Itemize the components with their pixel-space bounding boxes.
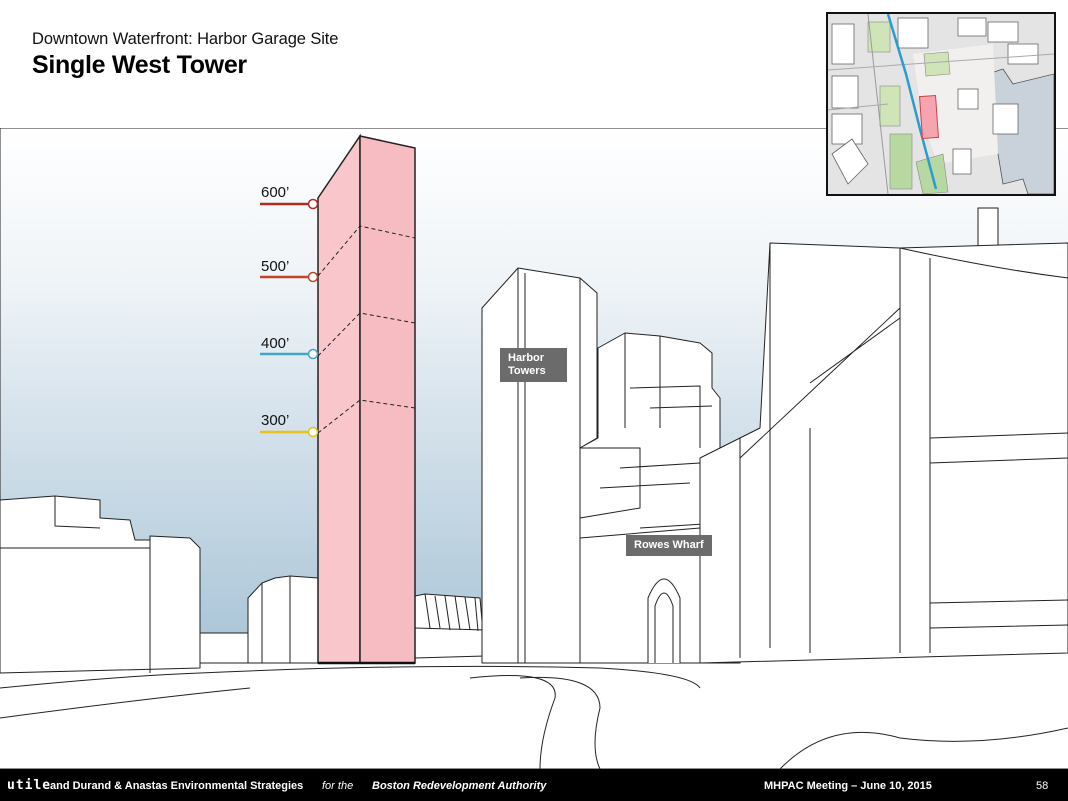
footer-org-text: and Durand & Anastas Environmental Strat… [50, 780, 304, 792]
harbor-towers-label-line2: Towers [508, 365, 546, 377]
footer-bra-text: Boston Redevelopment Authority [372, 780, 547, 792]
massing-drawing: 600’ 500’ 400’ 300’ [0, 128, 1068, 769]
slide-title: Single West Tower [32, 51, 247, 79]
height-label-600: 600’ [261, 184, 289, 201]
harbor-towers-label: Harbor Towers [500, 348, 567, 382]
massing-scene: 600’ 500’ 400’ 300’ [0, 128, 1068, 769]
height-label-400: 400’ [261, 335, 289, 352]
footer-for-text: for the [322, 780, 354, 792]
ground-plane [0, 653, 1068, 769]
glass-pavilion [414, 593, 486, 659]
height-label-300: 300’ [261, 412, 289, 429]
footer-bar: utile and Durand & Anastas Environmental… [0, 769, 1068, 801]
footer-brand-logo: utile [7, 778, 52, 793]
site-locator-map [826, 12, 1056, 196]
slide-subtitle: Downtown Waterfront: Harbor Garage Site [32, 30, 339, 48]
rowes-wharf-arch [647, 578, 681, 663]
footer-page-number: 58 [1036, 780, 1049, 792]
height-label-500: 500’ [261, 258, 289, 275]
proposed-tower [317, 133, 416, 665]
harbor-towers-label-line1: Harbor [508, 352, 545, 364]
map-site-parcel [919, 94, 939, 140]
rowes-wharf-label: Rowes Wharf [626, 535, 712, 556]
rowes-wharf-label-text: Rowes Wharf [634, 539, 704, 551]
footer-meeting-text: MHPAC Meeting – June 10, 2015 [764, 780, 932, 792]
slide-header: Downtown Waterfront: Harbor Garage Site … [32, 30, 338, 80]
low-building-left [247, 575, 319, 664]
site-locator-map-drawing [828, 14, 1054, 194]
